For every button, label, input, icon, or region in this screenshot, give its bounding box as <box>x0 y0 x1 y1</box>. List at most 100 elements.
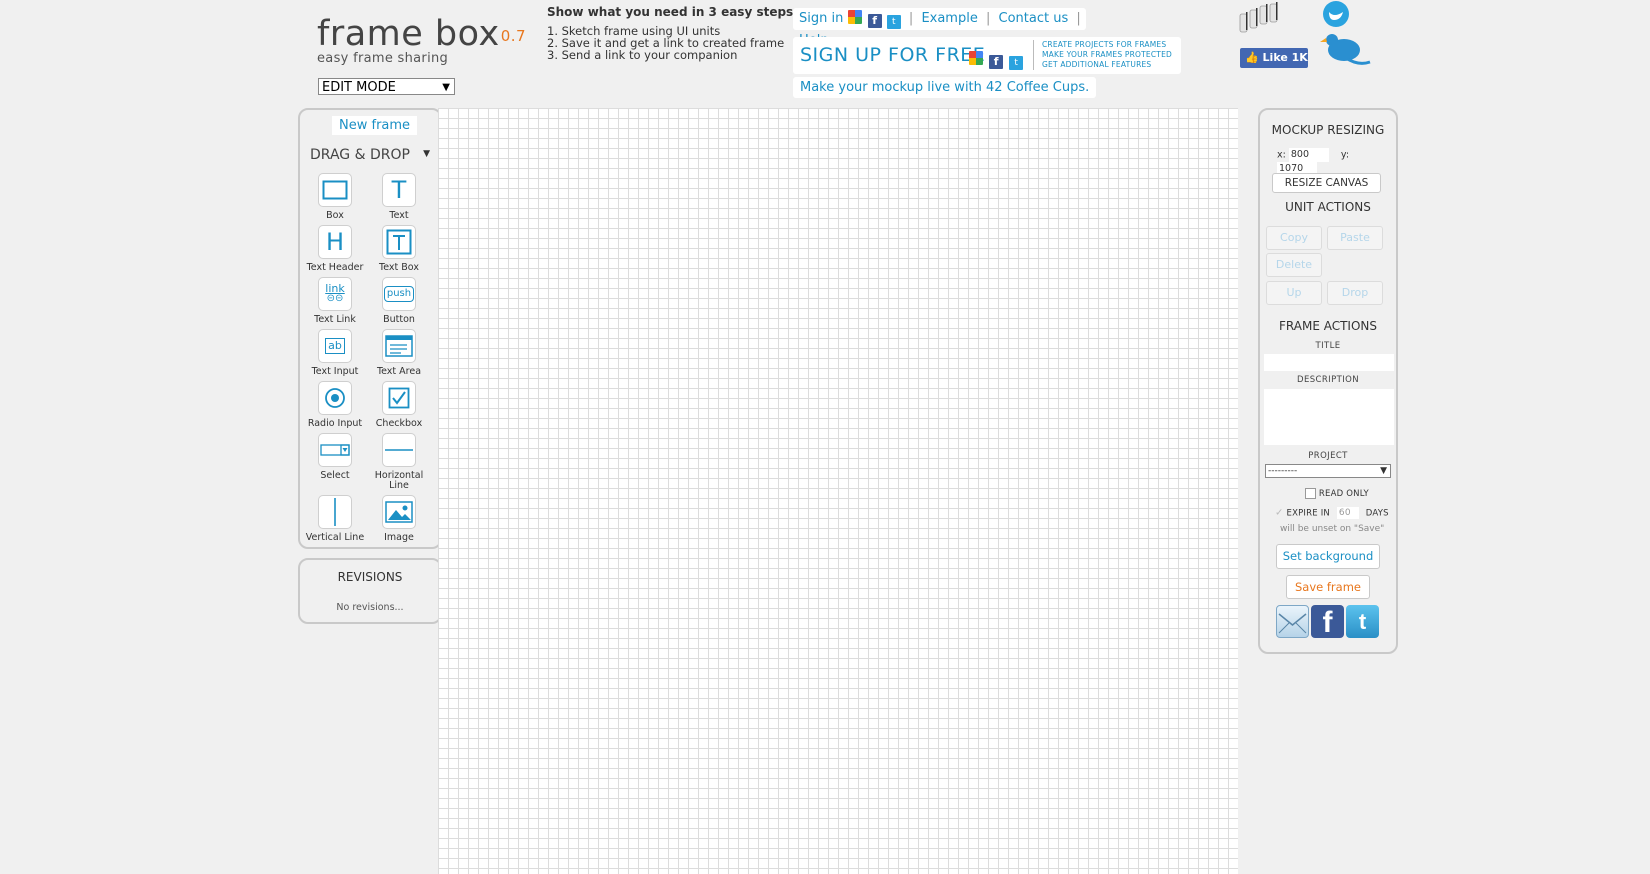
step-3: 3. Send a link to your companion <box>547 48 738 62</box>
app-name: frame box <box>317 14 500 54</box>
text-icon: T <box>382 173 416 207</box>
top-nav: Sign in f t | Example | Contact us | Hel… <box>793 8 1086 48</box>
text-link-icon: link ⊝⊝ <box>318 277 352 311</box>
facebook-like-button[interactable]: 👍 Like 1K <box>1240 48 1308 68</box>
frame-title-input[interactable] <box>1264 354 1394 371</box>
canvas-width-input[interactable]: 800 <box>1288 148 1329 162</box>
input-icon-text: ab <box>325 338 345 354</box>
set-background-button[interactable]: Set background <box>1276 544 1380 569</box>
dropdown-arrow-icon[interactable]: ▼ <box>423 149 430 159</box>
new-frame-button[interactable]: New frame <box>332 116 418 135</box>
signup-social-icons: f t <box>968 48 1024 70</box>
text-area-icon <box>382 329 416 363</box>
tool-horizontal-line[interactable]: Horizontal Line <box>367 433 431 491</box>
twitter-icon[interactable]: t <box>1346 605 1379 638</box>
mail-icon[interactable] <box>1276 605 1309 638</box>
facebook-icon[interactable]: f <box>989 55 1004 69</box>
facebook-icon[interactable]: f <box>867 14 882 28</box>
tools-panel: New frame DRAG & DROP ▼ Box T Text H Tex… <box>298 108 442 549</box>
signup-link[interactable]: SIGN UP FOR FREE <box>800 44 985 66</box>
tool-checkbox[interactable]: Checkbox <box>367 381 431 429</box>
steps-box: Show what you need in 3 easy steps: 1. S… <box>547 6 798 61</box>
tool-text-area[interactable]: Text Area <box>367 329 431 377</box>
mockup-resizing-title: MOCKUP RESIZING <box>1271 123 1385 137</box>
x-label: x: <box>1277 149 1286 161</box>
save-frame-button[interactable]: Save frame <box>1286 575 1370 599</box>
drop-button[interactable]: Drop <box>1327 281 1383 305</box>
box-icon <box>318 173 352 207</box>
google-icon[interactable] <box>969 51 983 65</box>
tool-text-box[interactable]: Text Box <box>367 225 431 273</box>
tool-text-header[interactable]: H Text Header <box>303 225 367 273</box>
project-select[interactable]: --------- ▼ <box>1265 464 1391 478</box>
actions-panel: MOCKUP RESIZING x: 800 y: 1070 RESIZE CA… <box>1258 108 1398 654</box>
signin-link[interactable]: Sign in <box>799 11 843 26</box>
push-icon-text: push <box>383 286 415 302</box>
twitter-icon[interactable]: t <box>1009 56 1024 70</box>
select-icon <box>318 433 352 467</box>
coffee-cups-link[interactable]: Make your mockup live with 42 Coffee Cup… <box>793 77 1097 98</box>
dropdown-arrow-icon: ▼ <box>1380 466 1387 476</box>
app-version: 0.7 <box>500 27 527 45</box>
y-label: y: <box>1340 149 1350 161</box>
vertical-line-icon <box>318 495 352 529</box>
description-label: DESCRIPTION <box>1297 375 1359 385</box>
tool-label: Box <box>326 210 344 221</box>
twitter-icon[interactable]: t <box>886 15 901 29</box>
drag-drop-title[interactable]: DRAG & DROP <box>310 147 410 163</box>
tool-image[interactable]: Image <box>367 495 431 543</box>
tool-label: Radio Input <box>307 418 363 429</box>
expire-checkbox-check-icon[interactable]: ✓ <box>1275 508 1284 519</box>
read-only-checkbox[interactable] <box>1305 488 1316 499</box>
revisions-panel: REVISIONS No revisions... <box>298 558 442 624</box>
signup-features: CREATE PROJECTS FOR FRAMES MAKE YOUR FRA… <box>1033 40 1172 70</box>
nav-separator: | <box>1076 11 1081 26</box>
checkbox-icon <box>382 381 416 415</box>
frame-description-input[interactable] <box>1264 389 1394 445</box>
google-icon[interactable] <box>848 10 863 24</box>
button-icon: push <box>382 277 416 311</box>
up-button[interactable]: Up <box>1266 281 1322 305</box>
tool-vertical-line[interactable]: Vertical Line <box>303 495 367 543</box>
horizontal-line-icon <box>382 433 416 467</box>
signup-feature: GET ADDITIONAL FEATURES <box>1042 60 1152 69</box>
tool-text-input[interactable]: ab Text Input <box>303 329 367 377</box>
contact-link[interactable]: Contact us <box>999 11 1069 26</box>
signup-feature: CREATE PROJECTS FOR FRAMES <box>1042 40 1167 49</box>
tool-radio-input[interactable]: Radio Input <box>303 381 367 429</box>
expire-row: ✓ EXPIRE IN 60 DAYS <box>1275 507 1389 519</box>
revisions-empty: No revisions... <box>336 602 404 613</box>
tool-label: Button <box>383 314 415 325</box>
thumbs-up-icon: 👍 <box>1245 51 1259 64</box>
steps-title: Show what you need in 3 easy steps: <box>547 5 798 19</box>
delete-button[interactable]: Delete <box>1266 253 1322 277</box>
tool-button[interactable]: push Button <box>367 277 431 325</box>
expire-label: EXPIRE IN <box>1286 508 1330 519</box>
tool-label: Text Link <box>314 314 356 325</box>
example-link[interactable]: Example <box>921 11 977 26</box>
tool-label: Text Input <box>311 366 359 377</box>
tool-box[interactable]: Box <box>303 173 367 221</box>
resize-canvas-button[interactable]: RESIZE CANVAS <box>1272 173 1381 193</box>
revisions-title: REVISIONS <box>337 570 403 584</box>
days-label: DAYS <box>1365 508 1389 519</box>
mode-select[interactable]: EDIT MODE ▼ <box>318 78 455 95</box>
tool-label: Text Box <box>379 262 419 273</box>
tool-label: Vertical Line <box>305 532 365 543</box>
signup-box[interactable]: SIGN UP FOR FREE f t CREATE PROJECTS FOR… <box>793 37 1181 74</box>
tool-label: Image <box>384 532 414 543</box>
tool-select[interactable]: Select <box>303 433 367 481</box>
dropdown-arrow-icon: ▼ <box>442 82 450 93</box>
chain-icon: ⊝⊝ <box>326 293 344 304</box>
nav-separator: | <box>908 11 914 26</box>
project-select-value: --------- <box>1268 466 1298 476</box>
paste-button[interactable]: Paste <box>1327 226 1383 250</box>
expire-days-input[interactable]: 60 <box>1336 507 1359 519</box>
tool-text-link[interactable]: link ⊝⊝ Text Link <box>303 277 367 325</box>
tool-text[interactable]: T Text <box>367 173 431 221</box>
mockup-canvas[interactable] <box>438 108 1238 874</box>
radio-icon <box>318 381 352 415</box>
tool-label: Horizontal Line <box>374 470 424 491</box>
copy-button[interactable]: Copy <box>1266 226 1322 250</box>
facebook-icon[interactable]: f <box>1311 605 1344 639</box>
